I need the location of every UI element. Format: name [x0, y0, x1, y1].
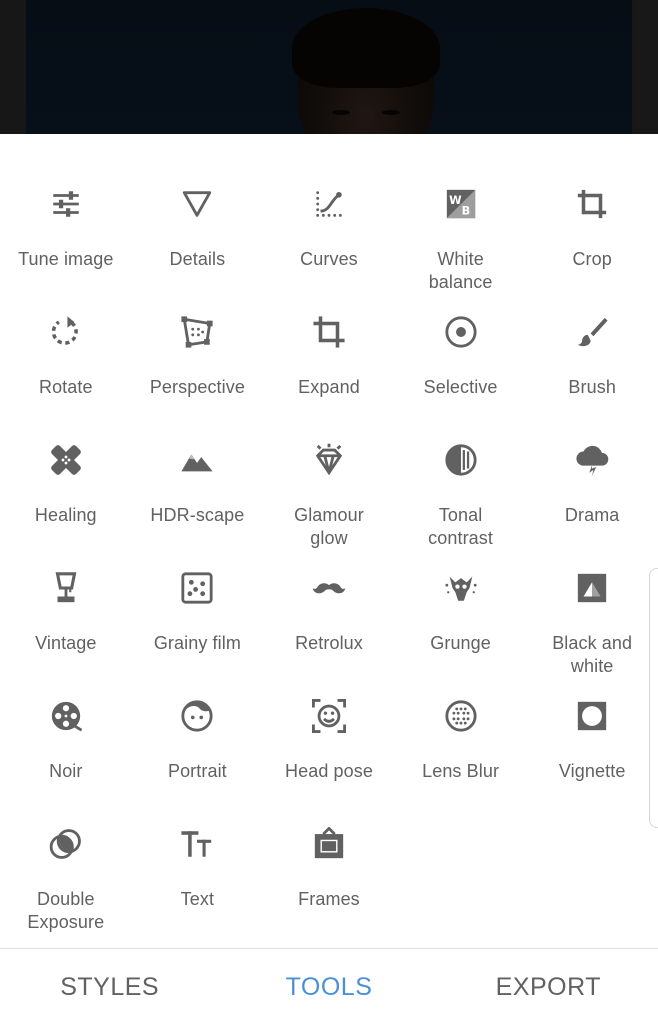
tab-tools[interactable]: TOOLS: [219, 949, 438, 1024]
tool-label: Portrait: [167, 761, 227, 781]
tool-label: Crop: [572, 249, 612, 269]
tool-label: Vignette: [558, 761, 626, 781]
tool-expand[interactable]: Expand: [263, 314, 395, 442]
text-icon: [179, 826, 215, 862]
tool-label: HDR-scape: [150, 505, 245, 525]
portrait-face-icon: [179, 698, 215, 734]
double-exposure-icon: [48, 826, 84, 862]
vignette-icon: [574, 698, 610, 734]
tool-details[interactable]: Details: [132, 186, 264, 314]
glamour-diamond-icon: [311, 442, 347, 478]
tool-label: Vintage: [35, 633, 97, 653]
tool-label: Text: [180, 889, 215, 909]
healing-icon: [48, 442, 84, 478]
black-white-icon: [574, 570, 610, 606]
tool-vignette[interactable]: Vignette: [526, 698, 658, 826]
tools-sheet: Tune image Details Curves W B White balance Cr…: [0, 134, 658, 948]
tool-white-balance[interactable]: W B White balance: [395, 186, 527, 314]
svg-text:B: B: [461, 204, 470, 218]
tool-label: White balance: [428, 249, 493, 292]
tool-tune-image[interactable]: Tune image: [0, 186, 132, 314]
rotate-icon: [48, 314, 84, 350]
tool-label: Noir: [49, 761, 83, 781]
tool-label: Lens Blur: [422, 761, 500, 781]
tonal-contrast-icon: [443, 442, 479, 478]
tool-label: Glamour glow: [294, 505, 364, 548]
tool-lens-blur[interactable]: Lens Blur: [395, 698, 527, 826]
tool-head-pose[interactable]: Head pose: [263, 698, 395, 826]
hdr-mountains-icon: [179, 442, 215, 478]
head-pose-icon: [311, 698, 347, 734]
perspective-icon: [179, 314, 215, 350]
tool-label: Head pose: [285, 761, 373, 781]
tool-drama[interactable]: Drama: [526, 442, 658, 570]
curves-icon: [311, 186, 347, 222]
tool-brush[interactable]: Brush: [526, 314, 658, 442]
preview-dim-overlay: [0, 0, 658, 134]
tab-export[interactable]: EXPORT: [439, 949, 658, 1024]
tool-double-exposure[interactable]: Double Exposure: [0, 826, 132, 954]
expand-icon: [311, 314, 347, 350]
crop-icon: [574, 186, 610, 222]
tool-noir[interactable]: Noir: [0, 698, 132, 826]
tool-retrolux[interactable]: Retrolux: [263, 570, 395, 698]
drama-cloud-icon: [574, 442, 610, 478]
photo-preview: [0, 0, 658, 134]
tool-label: Brush: [568, 377, 616, 397]
tool-frames[interactable]: Frames: [263, 826, 395, 954]
tool-label: Healing: [34, 505, 97, 525]
tool-label: Selective: [423, 377, 498, 397]
tool-healing[interactable]: Healing: [0, 442, 132, 570]
tool-portrait[interactable]: Portrait: [132, 698, 264, 826]
tool-glamour-glow[interactable]: Glamour glow: [263, 442, 395, 570]
tool-selective[interactable]: Selective: [395, 314, 527, 442]
snapseed-tools-screen: Tune image Details Curves W B White balance Cr…: [0, 0, 658, 1024]
tool-label: Curves: [300, 249, 358, 269]
tool-vintage[interactable]: Vintage: [0, 570, 132, 698]
tool-label: Black and white: [552, 633, 633, 676]
noir-film-reel-icon: [48, 698, 84, 734]
tools-grid: Tune image Details Curves W B White balance Cr…: [0, 186, 658, 954]
tool-black-and-white[interactable]: Black and white: [526, 570, 658, 698]
white-balance-icon: WB: [443, 186, 479, 222]
frames-icon: [311, 826, 347, 862]
tool-label: Frames: [298, 889, 360, 909]
svg-text:W: W: [449, 193, 462, 207]
tool-hdr-scape[interactable]: HDR-scape: [132, 442, 264, 570]
tool-grainy-film[interactable]: Grainy film: [132, 570, 264, 698]
lens-blur-icon: [443, 698, 479, 734]
tool-label: Tonal contrast: [428, 505, 493, 548]
tool-crop[interactable]: Crop: [526, 186, 658, 314]
tool-label: Grainy film: [153, 633, 241, 653]
tool-tonal-contrast[interactable]: Tonal contrast: [395, 442, 527, 570]
tool-label: Details: [169, 249, 226, 269]
selective-icon: [443, 314, 479, 350]
tool-label: Retrolux: [295, 633, 363, 653]
grainy-film-icon: [179, 570, 215, 606]
bottom-nav: STYLES TOOLS EXPORT: [0, 948, 658, 1024]
tool-label: Expand: [298, 377, 360, 397]
brush-icon: [574, 314, 610, 350]
grunge-icon: [443, 570, 479, 606]
tool-label: Rotate: [38, 377, 93, 397]
details-triangle-icon: [179, 186, 215, 222]
tool-label: Grunge: [430, 633, 491, 653]
tool-text[interactable]: Text: [132, 826, 264, 954]
tool-label: Double Exposure: [27, 889, 105, 932]
tool-label: Tune image: [18, 249, 114, 269]
tool-label: Drama: [564, 505, 620, 525]
tool-rotate[interactable]: Rotate: [0, 314, 132, 442]
tool-curves[interactable]: Curves: [263, 186, 395, 314]
tab-styles[interactable]: STYLES: [0, 949, 219, 1024]
tune-icon: [48, 186, 84, 222]
retrolux-mustache-icon: [311, 570, 347, 606]
tool-perspective[interactable]: Perspective: [132, 314, 264, 442]
tool-grunge[interactable]: Grunge: [395, 570, 527, 698]
tool-label: Perspective: [149, 377, 245, 397]
sheet-scroll-edge: [649, 568, 658, 828]
vintage-lamp-icon: [48, 570, 84, 606]
